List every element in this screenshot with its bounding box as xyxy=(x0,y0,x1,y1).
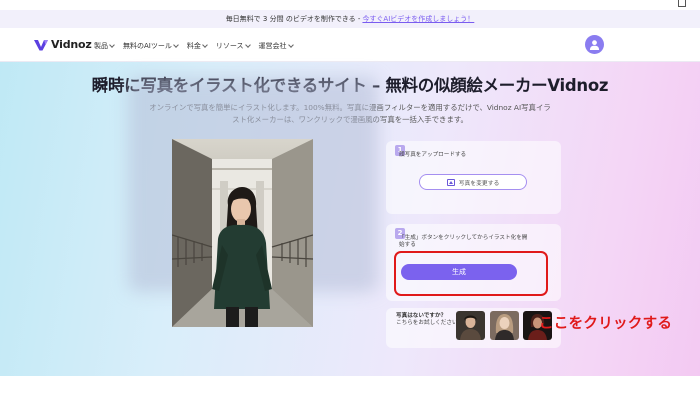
step-2-text-line: 始する xyxy=(399,242,416,248)
try-sample-title: 写真はないですか？ xyxy=(396,313,447,319)
nav-item-label: 料金 xyxy=(186,42,201,50)
user-avatar[interactable] xyxy=(585,35,604,54)
chevron-down-icon xyxy=(244,42,251,48)
promo-banner: 毎日無料で 3 分間 のビデオを制作できる - 今すぐAIビデオを作成しましょう… xyxy=(0,10,700,28)
nav-menu: 製品 無料のAIツール 料金 リソース 運営会社 xyxy=(94,41,294,51)
sample-portrait-2 xyxy=(490,311,519,340)
logo[interactable]: Vidnoz xyxy=(34,38,92,51)
top-strip xyxy=(0,0,700,10)
nav-item-free-ai-tools[interactable]: 無料のAIツール xyxy=(123,41,179,51)
highlight-box xyxy=(394,251,548,296)
nav-item-label: リソース xyxy=(215,42,244,50)
step-1-text: 顔写真をアップロードする xyxy=(399,152,467,158)
nav-item-products[interactable]: 製品 xyxy=(94,41,115,51)
try-sample-subtitle: こちらをお試しください xyxy=(396,320,458,326)
uploaded-photo xyxy=(172,139,313,327)
sample-image-2[interactable] xyxy=(490,311,519,340)
change-photo-button[interactable]: 写真を変更する xyxy=(419,174,527,190)
nav-item-company[interactable]: 運営会社 xyxy=(258,41,294,51)
promo-link[interactable]: 今すぐAIビデオを作成しましょう！ xyxy=(362,14,474,24)
nav-item-label: 運営会社 xyxy=(258,42,287,50)
try-sample-text: 写真はないですか？ こちらをお試しください xyxy=(396,313,458,327)
chevron-down-icon xyxy=(202,42,208,48)
change-photo-label: 写真を変更する xyxy=(458,180,500,187)
main-nav: Vidnoz 製品 無料のAIツール 料金 リソース 運営会社 xyxy=(0,28,700,62)
copy-icon[interactable] xyxy=(678,0,686,7)
page: 毎日無料で 3 分間 のビデオを制作できる - 今すぐAIビデオを作成しましょう… xyxy=(0,0,700,400)
nav-item-resources[interactable]: リソース xyxy=(215,41,251,51)
user-icon xyxy=(589,40,600,50)
step-2-text-line: 「生成」ボタンをクリックしてからイラスト化を開 xyxy=(399,235,528,241)
sample-image-1[interactable] xyxy=(456,311,485,340)
vidnoz-logo-icon xyxy=(34,39,48,50)
image-icon xyxy=(446,178,455,186)
click-here-annotation: ここをクリックする xyxy=(539,316,673,332)
chevron-down-icon xyxy=(109,42,115,48)
portrait-image xyxy=(172,139,313,327)
nav-item-label: 無料のAIツール xyxy=(123,42,172,50)
chevron-down-icon xyxy=(173,42,179,48)
nav-item-pricing[interactable]: 料金 xyxy=(186,41,208,51)
promo-text: 毎日無料で 3 分間 のビデオを制作できる - xyxy=(225,15,361,23)
nav-item-label: 製品 xyxy=(94,42,108,50)
step-2-text: 「生成」ボタンをクリックしてからイラスト化を開 始する xyxy=(399,235,527,249)
brand-name: Vidnoz xyxy=(51,38,92,51)
step-1-panel: 1 顔写真をアップロードする 写真を変更する xyxy=(386,141,561,214)
sample-portrait-1 xyxy=(456,311,485,340)
chevron-down-icon xyxy=(287,42,294,48)
